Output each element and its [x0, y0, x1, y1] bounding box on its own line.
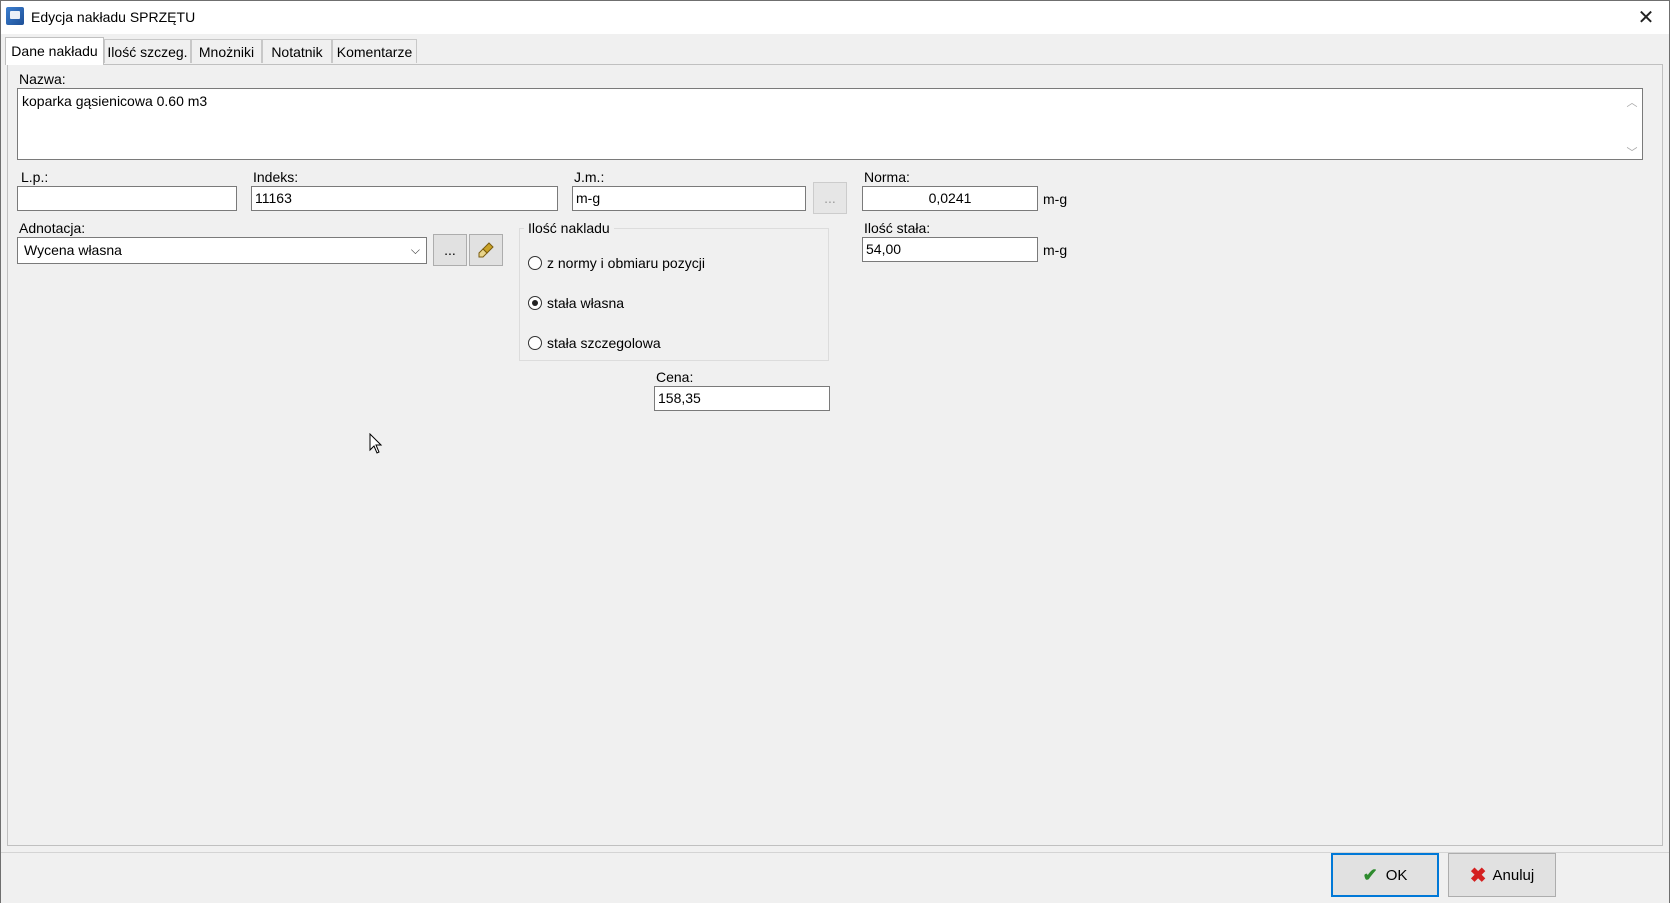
title-bar: Edycja nakładu SPRZĘTU ✕ — [1, 1, 1669, 34]
eraser-brush-icon — [478, 242, 494, 258]
ilosc-stala-unit: m-g — [1043, 242, 1068, 258]
checkmark-icon: ✔ — [1362, 864, 1378, 885]
app-icon — [6, 7, 24, 25]
dialog-window: Edycja nakładu SPRZĘTU ✕ Dane nakładu Il… — [0, 0, 1670, 903]
adnotacja-label: Adnotacja: — [19, 220, 86, 236]
close-button[interactable]: ✕ — [1623, 1, 1669, 34]
mouse-cursor-icon — [369, 433, 383, 454]
button-bar: ✔ OK ✖ Anuluj — [1, 852, 1669, 903]
cancel-button[interactable]: ✖ Anuluj — [1448, 853, 1556, 897]
lp-label: L.p.: — [21, 169, 49, 185]
cross-icon: ✖ — [1469, 864, 1487, 887]
adnotacja-value: Wycena własna — [24, 242, 122, 258]
tab-dane-nakladu[interactable]: Dane nakładu — [5, 37, 104, 65]
indeks-input[interactable]: 11163 — [251, 186, 558, 211]
radio-label: z normy i obmiaru pozycji — [547, 255, 705, 271]
ok-label: OK — [1385, 866, 1408, 884]
cena-input[interactable]: 158,35 — [654, 386, 830, 411]
clear-adnotacja-button[interactable] — [469, 234, 503, 266]
tab-notatnik[interactable]: Notatnik — [262, 39, 332, 63]
radio-circle — [528, 336, 542, 350]
nazwa-value: koparka gąsienicowa 0.60 m3 — [22, 93, 208, 109]
close-icon: ✕ — [1637, 7, 1655, 29]
radio-circle — [528, 256, 542, 270]
norma-unit: m-g — [1043, 191, 1068, 207]
radio-circle — [528, 296, 542, 310]
adnotacja-browse-button[interactable]: ... — [433, 234, 467, 266]
ok-button[interactable]: ✔ OK — [1331, 853, 1439, 897]
norma-label: Norma: — [864, 169, 910, 185]
jm-input[interactable]: m-g — [572, 186, 806, 211]
chevron-down-icon: ⌵ — [410, 243, 420, 257]
nazwa-textarea[interactable]: koparka gąsienicowa 0.60 m3 ︿ ﹀ — [17, 88, 1643, 160]
indeks-label: Indeks: — [253, 169, 299, 185]
ilosc-stala-label: Ilość stała: — [864, 220, 931, 236]
radio-label: stała szczegolowa — [547, 335, 661, 351]
tab-mnozniki[interactable]: Mnożniki — [191, 39, 262, 63]
tab-panel-dane-nakladu: Nazwa: koparka gąsienicowa 0.60 m3 ︿ ﹀ L… — [7, 64, 1663, 846]
tab-ilosc-szczeg[interactable]: Ilość szczeg. — [104, 39, 191, 63]
ilosc-stala-input[interactable]: 54,00 — [862, 237, 1038, 262]
adnotacja-select[interactable]: Wycena własna ⌵ — [17, 237, 427, 264]
lp-input[interactable] — [17, 186, 237, 211]
jm-label: J.m.: — [574, 169, 605, 185]
radio-stala-wlasna[interactable]: stała własna — [528, 294, 624, 312]
tab-komentarze[interactable]: Komentarze — [332, 39, 417, 63]
scroll-down-icon[interactable]: ﹀ — [1626, 144, 1638, 159]
window-title: Edycja nakładu SPRZĘTU — [31, 9, 196, 25]
ilosc-nakladu-group: Ilość nakladu z normy i obmiaru pozycji … — [519, 220, 829, 361]
jm-browse-button[interactable]: ... — [813, 182, 847, 214]
scroll-up-icon[interactable]: ︿ — [1626, 94, 1638, 109]
cancel-label: Anuluj — [1492, 866, 1535, 884]
radio-z-normy[interactable]: z normy i obmiaru pozycji — [528, 254, 705, 272]
norma-input[interactable]: 0,0241 — [862, 186, 1038, 211]
cena-label: Cena: — [656, 369, 694, 385]
radio-label: stała własna — [547, 295, 625, 311]
radio-stala-szczegolowa[interactable]: stała szczegolowa — [528, 334, 661, 352]
ilosc-nakladu-title: Ilość nakladu — [524, 220, 614, 236]
nazwa-label: Nazwa: — [19, 71, 66, 87]
